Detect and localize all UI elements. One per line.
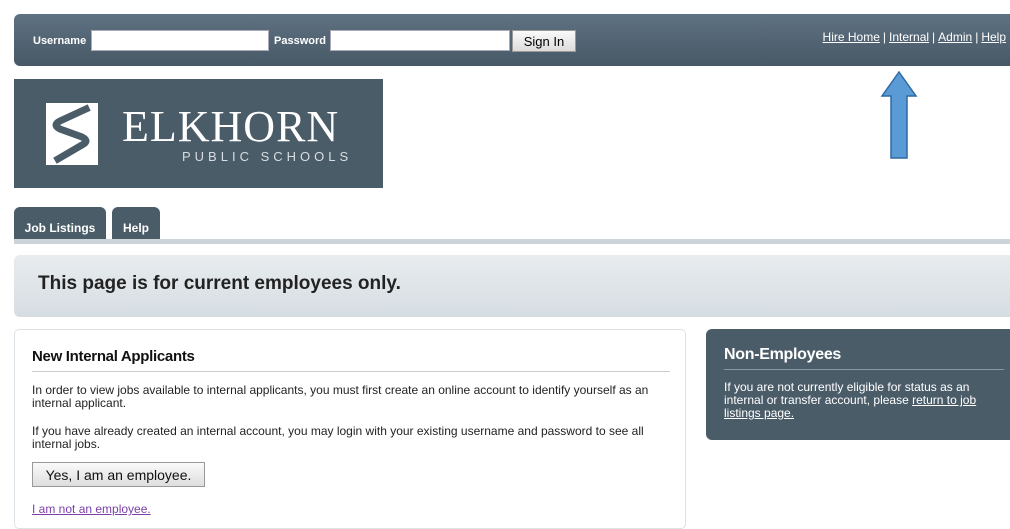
- link-help[interactable]: Help: [981, 30, 1006, 44]
- non-employees-title: Non-Employees: [724, 346, 842, 363]
- link-internal[interactable]: Internal: [889, 30, 929, 44]
- tab-job-listings[interactable]: Job Listings: [14, 207, 106, 241]
- not-employee-link[interactable]: I am not an employee.: [32, 502, 151, 516]
- internal-para-1: In order to view jobs available to inter…: [32, 383, 649, 410]
- up-arrow-icon: [880, 70, 918, 159]
- divider: [724, 369, 1004, 370]
- non-employees-box: Non-Employees If you are not currently e…: [706, 329, 1010, 440]
- non-employees-text: If you are not currently eligible for st…: [724, 381, 1006, 420]
- password-input[interactable]: [330, 30, 510, 51]
- logo-name: ELKHORN: [122, 102, 340, 151]
- link-separator: |: [975, 30, 979, 44]
- link-hire-home[interactable]: Hire Home: [823, 30, 880, 44]
- top-nav-links: Hire Home | Internal | Admin | Help: [823, 30, 1006, 44]
- link-admin[interactable]: Admin: [938, 30, 972, 44]
- link-separator: |: [932, 30, 936, 44]
- elkhorn-river-s-icon: [46, 103, 98, 165]
- username-label: Username: [33, 35, 87, 47]
- password-label: Password: [274, 35, 326, 47]
- yes-employee-button[interactable]: Yes, I am an employee.: [32, 462, 205, 487]
- notice-text: This page is for current employees only.: [38, 273, 401, 294]
- sign-in-button[interactable]: Sign In: [512, 30, 576, 52]
- link-separator: |: [882, 30, 887, 44]
- district-logo[interactable]: ELKHORN PUBLIC SCHOOLS: [14, 79, 383, 188]
- tab-label: Job Listings: [24, 221, 96, 235]
- internal-para-2: If you have already created an internal …: [32, 424, 644, 451]
- tab-underline: [14, 239, 1010, 244]
- tab-label: Help: [122, 221, 149, 235]
- employee-notice-banner: This page is for current employees only.: [14, 255, 1010, 317]
- tab-help[interactable]: Help: [112, 207, 160, 241]
- username-input[interactable]: [91, 30, 269, 51]
- login-bar: Username Password Sign In Hire Home | Inte…: [14, 14, 1010, 66]
- internal-applicants-panel: New Internal Applicants In order to view…: [14, 329, 686, 529]
- logo-subtitle: PUBLIC SCHOOLS: [182, 149, 353, 164]
- divider: [32, 371, 670, 372]
- internal-title: New Internal Applicants: [32, 348, 195, 365]
